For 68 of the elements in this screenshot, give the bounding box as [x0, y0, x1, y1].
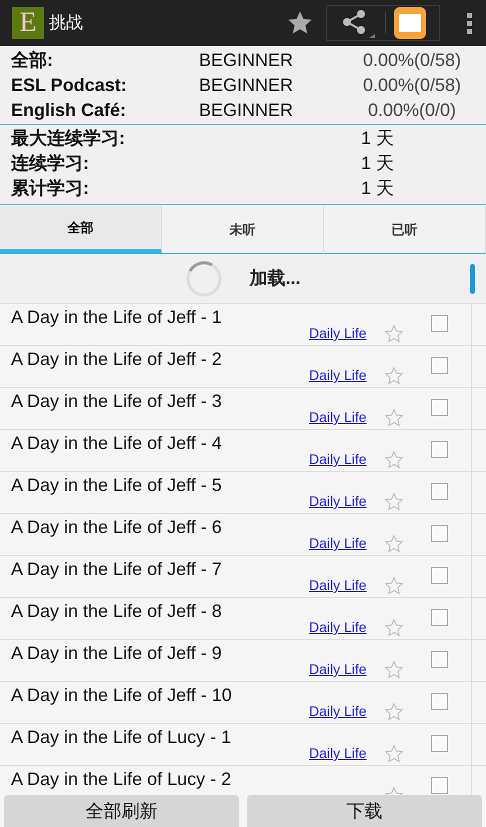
category-link[interactable]: Daily Life — [309, 743, 367, 764]
checkbox[interactable] — [431, 651, 448, 668]
episode-title[interactable]: A Day in the Life of Jeff - 3 — [11, 390, 309, 412]
star-icon[interactable] — [384, 660, 404, 680]
streak-value: 1 天 — [361, 152, 394, 175]
streak-value: 1 天 — [361, 127, 394, 150]
checkbox[interactable] — [431, 567, 448, 584]
star-icon[interactable] — [384, 450, 404, 470]
tab[interactable]: 已听 — [324, 206, 486, 254]
category-link[interactable]: Daily Life — [309, 491, 367, 512]
episode-title[interactable]: A Day in the Life of Jeff - 7 — [11, 558, 309, 580]
star-icon[interactable] — [384, 366, 404, 386]
category-link[interactable]: Daily Life — [309, 449, 367, 470]
episode-title[interactable]: A Day in the Life of Jeff - 10 — [11, 684, 309, 706]
checkbox[interactable] — [431, 483, 448, 500]
episode-title[interactable]: A Day in the Life of Jeff - 9 — [11, 642, 309, 664]
category-link[interactable]: Daily Life — [309, 533, 367, 554]
stat-level: BEGINNER — [199, 74, 294, 97]
checkbox[interactable] — [431, 777, 448, 794]
category-link[interactable]: Daily Life — [309, 323, 367, 344]
stat-label: English Café: — [11, 99, 128, 122]
action-button[interactable]: 全部刷新 — [4, 795, 239, 827]
checkbox[interactable] — [431, 609, 448, 626]
action-button[interactable]: 下载 — [247, 795, 482, 827]
stat-level: BEGINNER — [199, 49, 294, 72]
streak-label: 连续学习: — [11, 152, 90, 175]
star-icon[interactable] — [384, 324, 404, 344]
tab[interactable]: 未听 — [162, 206, 324, 254]
app-title: 挑战 — [49, 12, 83, 34]
checkbox[interactable] — [431, 315, 448, 332]
checkbox[interactable] — [431, 399, 448, 416]
stat-label: ESL Podcast: — [11, 74, 128, 97]
streak-value: 1 天 — [361, 177, 394, 200]
streak-label: 累计学习: — [11, 177, 90, 200]
checkbox[interactable] — [431, 441, 448, 458]
loading-spinner-icon — [185, 260, 224, 298]
star-icon[interactable] — [384, 534, 404, 554]
episode-title[interactable]: A Day in the Life of Jeff - 1 — [11, 306, 309, 328]
star-icon[interactable] — [384, 618, 404, 638]
app-logo: E — [12, 7, 44, 39]
book-icon[interactable] — [394, 7, 426, 39]
tab[interactable]: 全部 — [0, 206, 162, 254]
checkbox[interactable] — [431, 357, 448, 374]
category-link[interactable]: Daily Life — [309, 365, 367, 386]
category-link[interactable]: Daily Life — [309, 575, 367, 596]
star-icon[interactable] — [384, 408, 404, 428]
streak-label: 最大连续学习: — [11, 127, 126, 150]
episode-title[interactable]: A Day in the Life of Jeff - 4 — [11, 432, 309, 454]
loading-text: 加载... — [249, 267, 300, 290]
episode-title[interactable]: A Day in the Life of Jeff - 5 — [11, 474, 309, 496]
checkbox[interactable] — [431, 735, 448, 752]
scrollbar-thumb[interactable] — [470, 264, 475, 294]
episode-title[interactable]: A Day in the Life of Lucy - 1 — [11, 726, 309, 748]
star-icon[interactable] — [384, 492, 404, 512]
category-link[interactable]: Daily Life — [309, 701, 367, 722]
category-link[interactable]: Daily Life — [309, 407, 367, 428]
star-icon[interactable] — [384, 702, 404, 722]
checkbox[interactable] — [431, 525, 448, 542]
stat-label: 全部: — [11, 49, 54, 72]
star-icon[interactable] — [384, 744, 404, 764]
checkbox[interactable] — [431, 693, 448, 710]
stat-level: BEGINNER — [199, 99, 294, 122]
star-icon[interactable] — [384, 576, 404, 596]
episode-title[interactable]: A Day in the Life of Jeff - 2 — [11, 348, 309, 370]
category-link[interactable]: Daily Life — [309, 617, 367, 638]
episode-title[interactable]: A Day in the Life of Jeff - 8 — [11, 600, 309, 622]
category-link[interactable]: Daily Life — [309, 659, 367, 680]
episode-title[interactable]: A Day in the Life of Jeff - 6 — [11, 516, 309, 538]
